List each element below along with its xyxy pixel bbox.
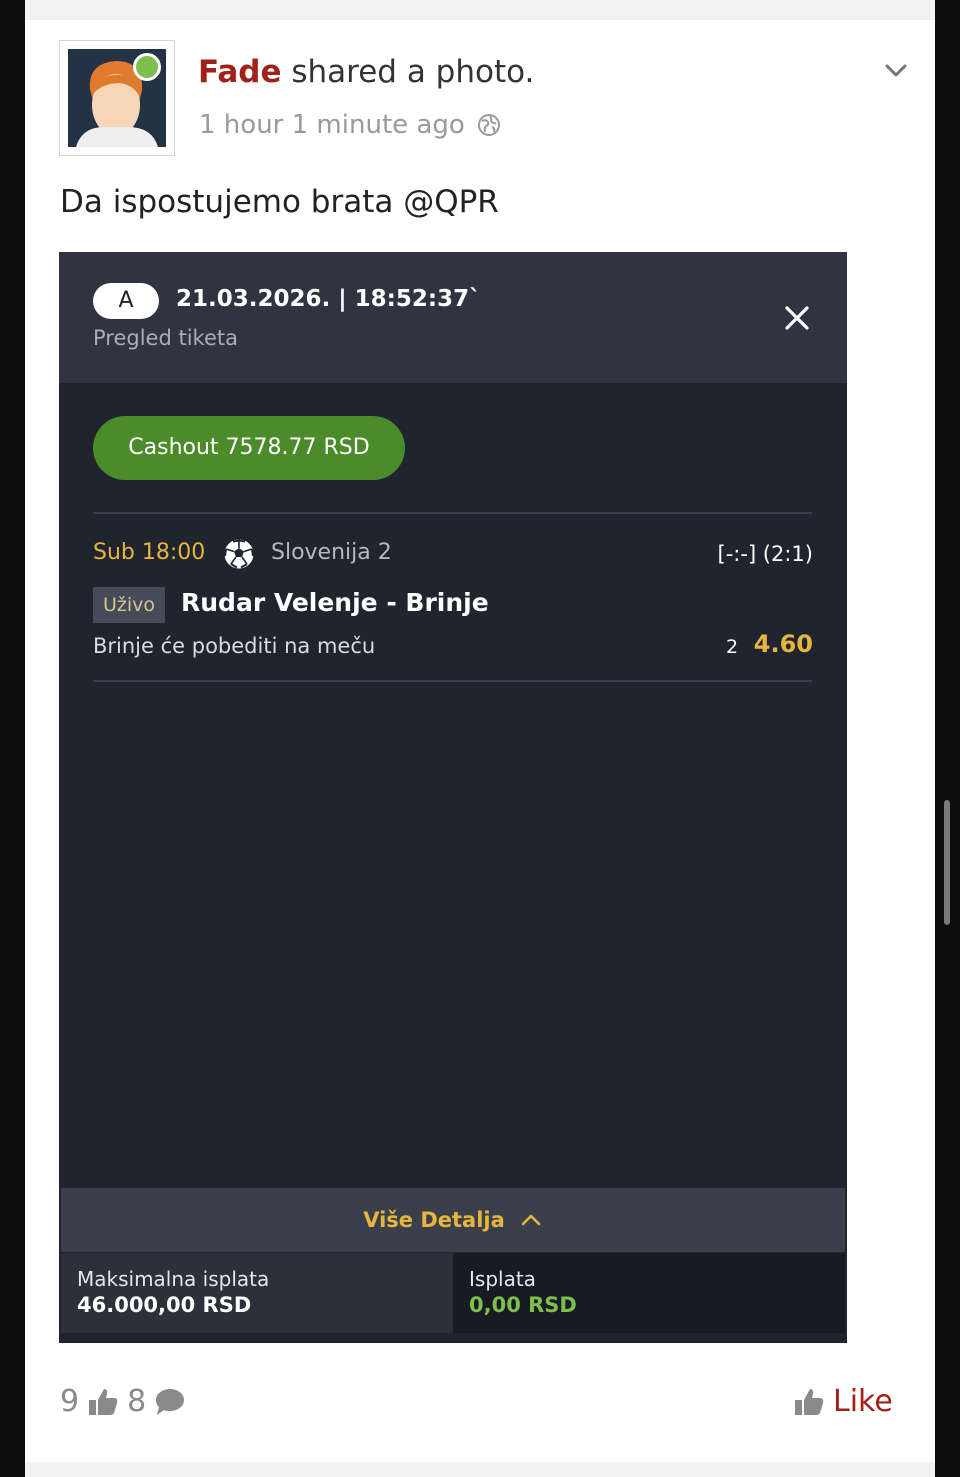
ticket-datetime: 21.03.2026. | 18:52:37` xyxy=(176,286,481,312)
chevron-down-icon[interactable] xyxy=(883,58,909,84)
soccer-ball-icon xyxy=(224,539,254,569)
author-avatar[interactable] xyxy=(59,40,175,156)
post-meta: 1 hour 1 minute ago xyxy=(199,110,501,140)
comment-bubble-icon xyxy=(156,1388,185,1415)
ticket-type-badge: A xyxy=(93,283,159,319)
bet-pick: Brinje će pobediti na meču xyxy=(93,634,376,658)
thumbs-up-icon xyxy=(89,1388,118,1415)
bet-odds: 4.60 xyxy=(753,630,813,658)
post-caption: Da ispostujemo brata @QPR xyxy=(60,184,499,220)
author-name-link[interactable]: Fade xyxy=(198,54,282,90)
divider xyxy=(93,680,812,682)
scrollbar-thumb[interactable] xyxy=(944,800,950,925)
page-background-top xyxy=(25,0,935,20)
max-payout-panel: Maksimalna isplata 46.000,00 RSD xyxy=(61,1253,453,1333)
live-badge: Uživo xyxy=(93,587,165,623)
online-status-dot xyxy=(133,53,161,81)
payout-value: 0,00 RSD xyxy=(469,1293,577,1317)
max-payout-label: Maksimalna isplata xyxy=(77,1267,270,1291)
max-payout-value: 46.000,00 RSD xyxy=(77,1293,252,1317)
bet-selection: 2 xyxy=(726,636,739,658)
divider xyxy=(93,512,812,514)
page-background-bottom xyxy=(25,1462,935,1477)
post-timestamp[interactable]: 1 hour 1 minute ago xyxy=(199,110,465,140)
comments-count[interactable]: 8 xyxy=(127,1384,146,1419)
more-details-label: Više Detalja xyxy=(363,1208,505,1232)
feed-post: Fade shared a photo. 1 hour 1 minute ago… xyxy=(25,20,935,1462)
more-details-button[interactable]: Više Detalja xyxy=(61,1188,845,1252)
cashout-button[interactable]: Cashout 7578.77 RSD xyxy=(93,416,405,480)
match-league: Slovenija 2 xyxy=(271,540,392,565)
post-action-text: shared a photo. xyxy=(281,54,535,90)
chevron-up-icon xyxy=(521,1214,541,1226)
shared-photo-ticket[interactable]: A 21.03.2026. | 18:52:37` Pregled tiketa… xyxy=(59,252,847,1343)
likes-count[interactable]: 9 xyxy=(60,1384,79,1419)
ticket-header: A 21.03.2026. | 18:52:37` Pregled tiketa xyxy=(59,252,847,383)
payout-label: Isplata xyxy=(469,1267,536,1291)
match-score: [-:-] (2:1) xyxy=(717,542,813,566)
thumbs-up-icon xyxy=(795,1388,824,1415)
match-time: Sub 18:00 xyxy=(93,540,206,565)
reactions-summary: 9 8 xyxy=(60,1384,186,1419)
post-title: Fade shared a photo. xyxy=(198,54,534,90)
payout-panel: Isplata 0,00 RSD xyxy=(453,1253,845,1333)
globe-icon xyxy=(477,114,500,136)
like-button[interactable]: Like xyxy=(793,1384,893,1419)
ticket-subtitle: Pregled tiketa xyxy=(93,326,238,350)
like-label: Like xyxy=(833,1384,893,1419)
match-teams: Rudar Velenje - Brinje xyxy=(181,588,489,617)
close-icon[interactable] xyxy=(781,302,813,334)
